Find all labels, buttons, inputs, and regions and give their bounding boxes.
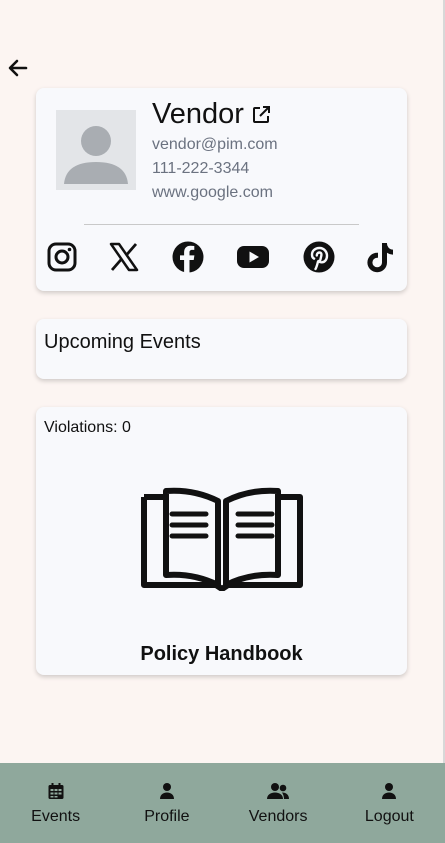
- upcoming-events-card[interactable]: Upcoming Events: [36, 319, 407, 379]
- avatar: [56, 110, 136, 190]
- nav-label-events: Events: [31, 808, 81, 825]
- nav-label-logout: Logout: [364, 808, 414, 825]
- vendor-phone[interactable]: 111-222-3344: [152, 160, 249, 178]
- bottom-navigation: Events Profile Vendors Logout: [0, 763, 445, 843]
- policy-card: Violations: 0 Policy Handbook: [36, 407, 407, 675]
- violations-count: Violations: 0: [44, 419, 131, 436]
- calendar-icon: [48, 783, 64, 799]
- users-icon: [267, 783, 290, 799]
- nav-label-vendors: Vendors: [248, 808, 308, 825]
- divider: [84, 224, 359, 225]
- pinterest-icon[interactable]: [302, 240, 336, 274]
- vendor-name-row: Vendor: [152, 98, 270, 131]
- open-book-icon[interactable]: [140, 487, 304, 591]
- tiktok-icon[interactable]: [364, 240, 398, 274]
- external-link-icon[interactable]: [252, 105, 270, 124]
- nav-item-logout[interactable]: Logout: [334, 763, 445, 843]
- nav-item-vendors[interactable]: Vendors: [223, 763, 334, 843]
- vendor-website[interactable]: www.google.com: [152, 184, 273, 202]
- vendor-profile-card: Vendor vendor@pim.com 111-222-3344 www.g…: [36, 88, 407, 291]
- user-icon: [159, 783, 174, 799]
- nav-item-profile[interactable]: Profile: [111, 763, 222, 843]
- facebook-icon[interactable]: [171, 240, 205, 274]
- policy-handbook-label[interactable]: Policy Handbook: [36, 643, 407, 666]
- upcoming-events-title: Upcoming Events: [44, 331, 201, 353]
- user-icon: [382, 783, 397, 799]
- youtube-icon[interactable]: [236, 240, 270, 274]
- nav-label-profile: Profile: [144, 808, 190, 825]
- vendor-email[interactable]: vendor@pim.com: [152, 136, 278, 154]
- instagram-icon[interactable]: [45, 240, 79, 274]
- vendor-name: Vendor: [152, 98, 244, 130]
- avatar-placeholder-icon: [64, 126, 128, 184]
- x-twitter-icon[interactable]: [107, 240, 141, 274]
- nav-item-events[interactable]: Events: [0, 763, 111, 843]
- back-arrow-icon[interactable]: [6, 56, 30, 80]
